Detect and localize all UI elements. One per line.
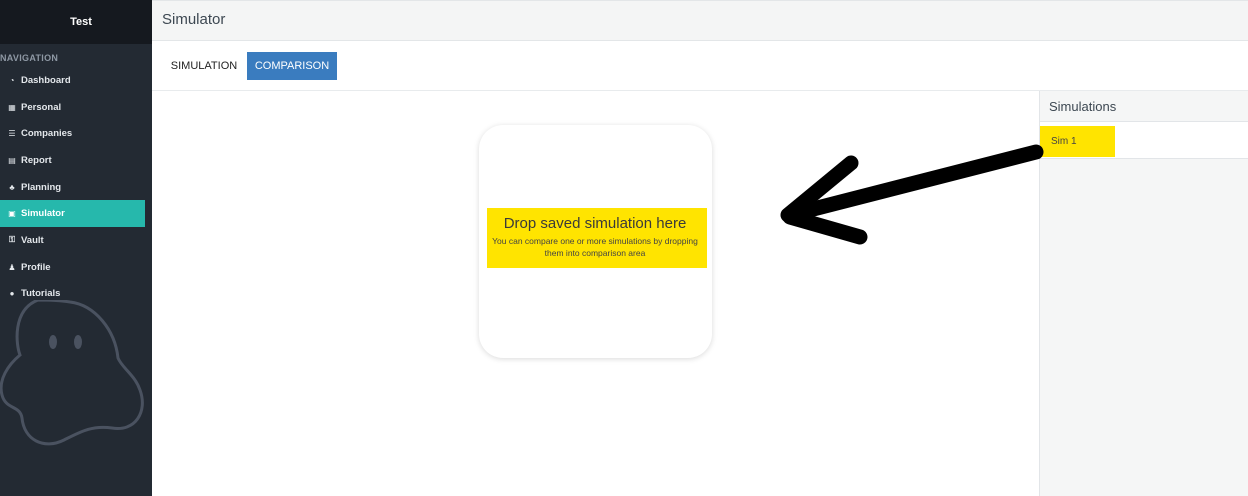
sidebar-item-label: Tutorials — [21, 288, 61, 300]
simulation-list-item[interactable]: Sim 1 — [1040, 122, 1248, 159]
top-bar: Simulator — [152, 0, 1248, 41]
calculator-icon: ▣ — [8, 209, 16, 219]
sidebar-item-label: Profile — [21, 261, 51, 273]
sidebar-item-companies[interactable]: ☰ Companies — [0, 120, 145, 147]
table-icon: ▦ — [8, 102, 16, 112]
sidebar-item-label: Dashboard — [21, 74, 71, 86]
file-icon: ▤ — [8, 155, 16, 165]
sidebar-item-vault[interactable]: ⚿ Vault — [0, 227, 145, 254]
sidebar-item-label: Report — [21, 154, 52, 166]
dashboard-icon: ◔ — [9, 75, 15, 85]
drop-zone-title: Drop saved simulation here — [503, 215, 687, 232]
simulation-item-label[interactable]: Sim 1 — [1040, 126, 1115, 157]
sidebar-item-profile[interactable]: ♟ Profile — [0, 254, 145, 281]
tab-bar: SIMULATION COMPARISON — [152, 41, 1248, 91]
key-icon: ⚿ — [8, 235, 16, 245]
sidebar-item-planning[interactable]: ♣ Planning — [0, 174, 145, 201]
simulations-panel-title: Simulations — [1040, 91, 1248, 122]
sidebar-item-personal[interactable]: ▦ Personal — [0, 94, 145, 121]
simulations-panel: Simulations Sim 1 — [1039, 91, 1248, 496]
tab-comparison[interactable]: COMPARISON — [247, 52, 337, 80]
sidebar-item-label: Simulator — [21, 208, 65, 220]
user-icon: ♟ — [8, 262, 16, 272]
sidebar: Test NAVIGATION ◔ Dashboard ▦ Personal ☰… — [0, 0, 152, 496]
sidebar-item-label: Planning — [21, 181, 62, 193]
sidebar-item-dashboard[interactable]: ◔ Dashboard — [0, 67, 145, 94]
sidebar-item-label: Companies — [21, 128, 73, 140]
sidebar-item-simulator[interactable]: ▣ Simulator — [0, 200, 145, 228]
page-title: Simulator — [162, 11, 226, 28]
list-icon: ☰ — [8, 129, 16, 139]
sidebar-item-label: Vault — [21, 234, 44, 246]
info-icon: ● — [9, 289, 15, 299]
nav-heading: NAVIGATION — [0, 53, 59, 63]
sidebar-item-label: Personal — [21, 101, 62, 113]
brand-title[interactable]: Test — [0, 0, 152, 44]
ghost-logo-icon — [0, 300, 144, 446]
sitemap-icon: ♣ — [9, 182, 15, 192]
tab-simulation[interactable]: SIMULATION — [166, 52, 242, 80]
sidebar-item-report[interactable]: ▤ Report — [0, 147, 145, 174]
drop-zone-subtitle: You can compare one or more simulations … — [492, 236, 698, 258]
